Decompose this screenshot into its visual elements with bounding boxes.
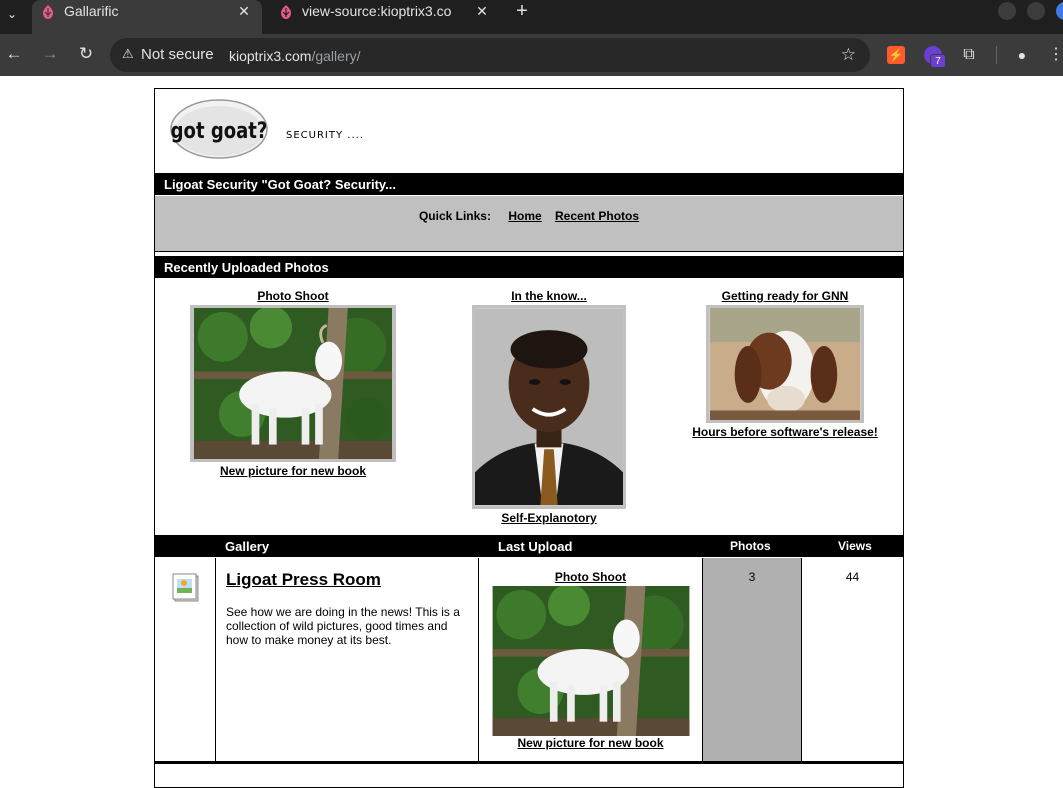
extension-badge: 7 bbox=[930, 54, 946, 68]
recent-photos-link[interactable]: Recent Photos bbox=[555, 209, 639, 223]
photo-title-link[interactable]: In the know... bbox=[449, 289, 649, 303]
last-upload-cell: Photo Shoot New picture for new book bbox=[479, 558, 703, 762]
bookmark-star-icon[interactable]: ☆ bbox=[841, 44, 856, 66]
close-window-button[interactable] bbox=[1056, 2, 1063, 20]
home-link[interactable]: Home bbox=[508, 209, 541, 223]
photo-caption-link[interactable]: Self-Explanotory bbox=[449, 511, 649, 525]
gallery-table-header: Gallery Last Upload Photos Views bbox=[155, 533, 903, 557]
brown-goat-photo[interactable] bbox=[706, 305, 864, 423]
url-text[interactable]: kioptrix3.com/gallery/ bbox=[229, 47, 361, 65]
gallery-description: See how we are doing in the news! This i… bbox=[226, 605, 460, 647]
last-upload-caption-link[interactable]: New picture for new book bbox=[517, 736, 663, 750]
tab-title: Gallarific bbox=[64, 3, 119, 19]
browser-toolbar: ← → ↻ ⚠ Not secure kioptrix3.com/gallery… bbox=[0, 34, 1063, 76]
last-upload-goat-photo[interactable] bbox=[491, 586, 691, 736]
close-tab-icon[interactable]: ✕ bbox=[474, 2, 490, 20]
recent-photo-card: In the know... Self-Explanotory bbox=[449, 289, 649, 525]
photo-title-link[interactable]: Photo Shoot bbox=[188, 289, 398, 303]
tab-search-chevron-icon[interactable]: ⌄ bbox=[2, 3, 22, 25]
got-goat-logo[interactable]: got goat? bbox=[169, 98, 269, 160]
new-tab-button[interactable]: + bbox=[510, 0, 534, 24]
last-upload-title-link[interactable]: Photo Shoot bbox=[555, 570, 626, 584]
address-bar[interactable]: ⚠ Not secure kioptrix3.com/gallery/ ☆ bbox=[110, 38, 870, 72]
extensions-puzzle-icon[interactable]: ⧉ bbox=[960, 46, 978, 64]
extension-burp-icon[interactable]: ⚡ bbox=[887, 46, 905, 64]
column-header-last-upload: Last Upload bbox=[498, 539, 573, 554]
recent-photo-card: Getting ready for GNN Hours before softw… bbox=[685, 289, 885, 439]
tab-title: view-source:kioptrix3.co bbox=[302, 3, 452, 19]
recent-photo-card: Photo Shoot New picture for new book bbox=[188, 289, 398, 478]
minimize-window-button[interactable] bbox=[998, 2, 1016, 20]
tab-view-source[interactable]: view-source:kioptrix3.co ✕ bbox=[270, 0, 500, 24]
table-bottom-border bbox=[155, 761, 903, 764]
photo-caption-link[interactable]: New picture for new book bbox=[188, 464, 398, 478]
column-header-gallery: Gallery bbox=[225, 539, 270, 554]
gallery-folder-icon[interactable] bbox=[172, 573, 200, 603]
table-row: Ligoat Press Room See how we are doing i… bbox=[155, 558, 903, 762]
tab-strip: ⌄ Gallarific ✕ view-source:kioptrix3.co … bbox=[0, 0, 1063, 34]
kali-dragon-icon bbox=[43, 5, 53, 19]
gallery-icon-cell bbox=[155, 558, 216, 762]
column-header-photos: Photos bbox=[730, 539, 771, 553]
photo-title-link[interactable]: Getting ready for GNN bbox=[685, 289, 885, 303]
svg-text:got goat?: got goat? bbox=[171, 117, 268, 143]
forward-arrow-icon[interactable]: → bbox=[38, 42, 62, 66]
kali-dragon-icon bbox=[281, 5, 291, 19]
recent-photos: Photo Shoot New picture for new book In … bbox=[155, 279, 903, 529]
white-goat-photo[interactable] bbox=[190, 305, 396, 462]
toolbar-divider bbox=[996, 46, 997, 64]
photos-count-cell: 3 bbox=[703, 558, 802, 762]
tab-gallarific[interactable]: Gallarific ✕ bbox=[32, 0, 262, 34]
kebab-menu-icon[interactable]: ⋮ bbox=[1048, 44, 1063, 66]
quick-links-panel: Quick Links: Home Recent Photos bbox=[155, 196, 903, 252]
maximize-window-button[interactable] bbox=[1027, 2, 1045, 20]
page-viewport: got goat? SECURITY .... Ligoat Security … bbox=[0, 78, 1063, 788]
close-tab-icon[interactable]: ✕ bbox=[236, 2, 252, 20]
gallery-page: got goat? SECURITY .... Ligoat Security … bbox=[154, 88, 904, 788]
quick-links-label: Quick Links: bbox=[418, 209, 491, 223]
views-count: 44 bbox=[845, 570, 860, 584]
photo-caption-link[interactable]: Hours before software's release! bbox=[685, 425, 885, 439]
warning-triangle-icon: ⚠ bbox=[122, 46, 134, 61]
reload-icon[interactable]: ↻ bbox=[74, 42, 98, 66]
site-header: got goat? SECURITY .... bbox=[155, 89, 903, 170]
photos-count: 3 bbox=[748, 570, 756, 584]
gallery-name-link[interactable]: Ligoat Press Room bbox=[226, 570, 381, 590]
gallery-info-cell: Ligoat Press Room See how we are doing i… bbox=[216, 558, 479, 762]
profile-avatar-icon[interactable]: ● bbox=[1013, 46, 1031, 64]
security-indicator[interactable]: Not secure bbox=[141, 46, 214, 64]
site-title-bar: Ligoat Security "Got Goat? Security... bbox=[155, 171, 903, 195]
url-host: kioptrix3.com bbox=[229, 48, 312, 64]
back-arrow-icon[interactable]: ← bbox=[2, 42, 26, 66]
site-slogan: SECURITY .... bbox=[286, 130, 364, 141]
portrait-photo[interactable] bbox=[472, 305, 626, 509]
recently-uploaded-bar: Recently Uploaded Photos bbox=[155, 254, 903, 278]
column-header-views: Views bbox=[838, 539, 872, 553]
views-count-cell: 44 bbox=[802, 558, 903, 762]
url-path: /gallery/ bbox=[311, 48, 361, 64]
